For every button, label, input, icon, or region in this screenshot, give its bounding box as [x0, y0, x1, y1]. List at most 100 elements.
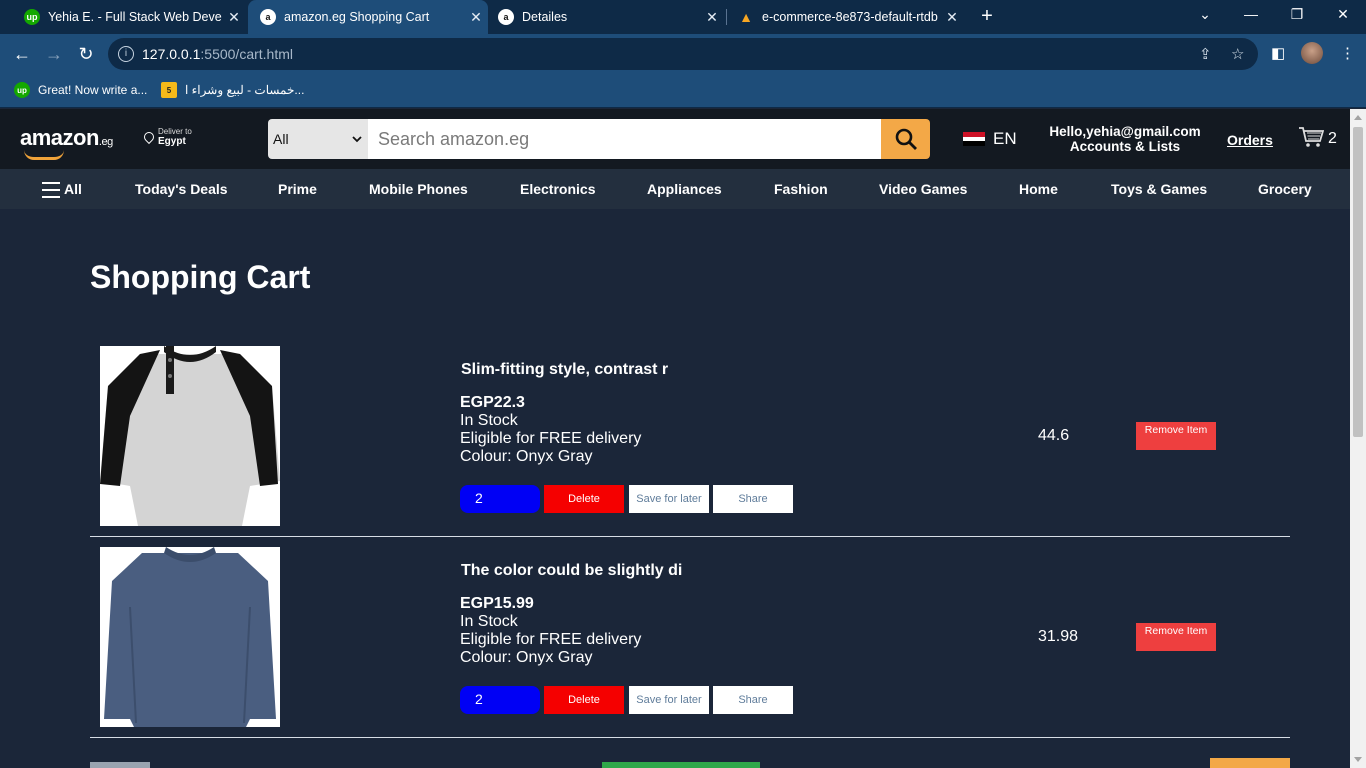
save-for-later-button[interactable]: Save for later	[629, 686, 709, 714]
url-field[interactable]: i 127.0.0.1:5500/cart.html ⇪ ☆	[108, 38, 1258, 70]
back-arrow-icon[interactable]: ←	[10, 42, 34, 66]
scroll-up-arrow-icon[interactable]	[1354, 115, 1362, 120]
colour-info: Colour: Onyx Gray	[460, 649, 593, 666]
egypt-flag-icon	[963, 132, 985, 147]
tab-firebase[interactable]: ▲ e-commerce-8e873-default-rtdb ✕	[728, 0, 964, 34]
side-panel-icon[interactable]: ◧	[1271, 44, 1285, 62]
restore-icon[interactable]: ❐	[1285, 6, 1309, 23]
url-text[interactable]: 127.0.0.1:5500/cart.html	[142, 46, 293, 62]
address-bar-row: ← → ↻ i 127.0.0.1:5500/cart.html ⇪ ☆ ◧ ⋮	[0, 34, 1366, 74]
total-value-partial	[602, 762, 760, 768]
nav-all[interactable]: All	[64, 181, 82, 197]
bookmark-label: Great! Now write a...	[38, 83, 148, 97]
item-subtotal: 31.98	[1038, 628, 1079, 645]
remove-item-button[interactable]: Remove Item	[1136, 422, 1216, 450]
page-scrollbar[interactable]	[1350, 109, 1366, 768]
subtotal-label-partial	[90, 762, 150, 768]
new-tab-button[interactable]: +	[976, 5, 998, 27]
profile-avatar[interactable]	[1301, 42, 1323, 64]
deliver-to[interactable]: Deliver to Egypt	[141, 127, 192, 147]
tab-upwork[interactable]: up Yehia E. - Full Stack Web Develop ✕	[4, 0, 246, 34]
tab-search-icon[interactable]: ⌄	[1193, 6, 1217, 23]
logo-smile-icon	[24, 150, 64, 160]
product-price: EGP15.99	[460, 595, 534, 612]
stock-status: In Stock	[460, 412, 518, 429]
bookmark-star-icon[interactable]: ☆	[1231, 45, 1244, 63]
product-name[interactable]: Slim-fitting style, contrast r	[461, 361, 668, 379]
menu-dots-icon[interactable]: ⋮	[1340, 44, 1355, 62]
site-info-icon[interactable]: i	[118, 46, 134, 62]
cart-item: Slim-fitting style, contrast r EGP22.3 I…	[90, 336, 1290, 537]
upwork-icon: up	[14, 82, 30, 98]
tab-title: e-commerce-8e873-default-rtdb	[762, 10, 938, 24]
nav-electronics[interactable]: Electronics	[520, 181, 595, 197]
category-value: All	[273, 131, 289, 147]
bookmarks-bar: up Great! Now write a... 5 خمسات - لبيع …	[0, 74, 1366, 108]
account-menu[interactable]: Hello,yehia@gmail.com Accounts & Lists	[1040, 124, 1210, 154]
checkout-button-partial[interactable]	[1210, 758, 1290, 768]
minimize-icon[interactable]: —	[1239, 6, 1263, 22]
share-button[interactable]: Share	[713, 485, 793, 513]
remove-item-button[interactable]: Remove Item	[1136, 623, 1216, 651]
nav-fashion[interactable]: Fashion	[774, 181, 828, 197]
close-icon[interactable]: ✕	[222, 9, 246, 26]
language-selector[interactable]: EN	[963, 129, 1017, 149]
product-image[interactable]	[100, 346, 280, 526]
nav-grocery[interactable]: Grocery	[1258, 181, 1312, 197]
cart-count: 2	[1328, 130, 1337, 147]
window-close-icon[interactable]: ✕	[1331, 6, 1355, 23]
share-icon[interactable]: ⇪	[1199, 45, 1212, 63]
language-code: EN	[993, 129, 1017, 148]
url-host: 127.0.0.1	[142, 46, 201, 62]
product-image[interactable]	[100, 547, 280, 727]
bookmark-khamsat[interactable]: 5 خمسات - لبيع وشراء ا...	[161, 82, 304, 98]
cart-icon	[1299, 127, 1324, 147]
site-header: amazon.eg Deliver to Egypt All EN Hello,…	[0, 109, 1350, 169]
close-icon[interactable]: ✕	[940, 9, 964, 26]
nav-home[interactable]: Home	[1019, 181, 1058, 197]
search-button[interactable]	[881, 119, 930, 159]
delete-button[interactable]: Delete	[544, 686, 624, 714]
delete-button[interactable]: Delete	[544, 485, 624, 513]
scroll-down-arrow-icon[interactable]	[1354, 757, 1362, 762]
nav-mobile-phones[interactable]: Mobile Phones	[369, 181, 468, 197]
tab-shopping-cart[interactable]: a amazon.eg Shopping Cart ✕	[248, 0, 488, 34]
tab-detailes[interactable]: a Detailes ✕	[488, 0, 724, 34]
product-name[interactable]: The color could be slightly di	[461, 562, 682, 580]
nav-todays-deals[interactable]: Today's Deals	[135, 181, 228, 197]
forward-arrow-icon[interactable]: →	[42, 42, 66, 66]
nav-video-games[interactable]: Video Games	[879, 181, 967, 197]
search-category-select[interactable]: All	[268, 119, 368, 159]
share-button[interactable]: Share	[713, 686, 793, 714]
location-pin-icon	[141, 129, 157, 145]
colour-info: Colour: Onyx Gray	[460, 448, 593, 465]
item-subtotal: 44.6	[1038, 427, 1070, 444]
quantity-field[interactable]: 2	[460, 686, 540, 714]
nav-prime[interactable]: Prime	[278, 181, 317, 197]
nav-toys-games[interactable]: Toys & Games	[1111, 181, 1207, 197]
orders-link[interactable]: Orders	[1227, 132, 1273, 148]
nav-appliances[interactable]: Appliances	[647, 181, 722, 197]
logo-suffix: .eg	[98, 136, 113, 148]
close-icon[interactable]: ✕	[700, 9, 724, 26]
shirt-image	[100, 346, 280, 526]
page-title: Shopping Cart	[90, 259, 311, 295]
close-icon[interactable]: ✕	[464, 9, 488, 26]
bookmark-upwork[interactable]: up Great! Now write a...	[14, 82, 147, 98]
search-input[interactable]	[368, 119, 881, 159]
cart-button[interactable]: 2	[1298, 126, 1337, 148]
scrollbar-thumb[interactable]	[1353, 127, 1363, 437]
tab-title: Detailes	[522, 10, 568, 24]
save-for-later-button[interactable]: Save for later	[629, 485, 709, 513]
tab-separator	[726, 9, 727, 25]
firebase-icon: ▲	[739, 9, 753, 25]
amazon-logo[interactable]: amazon.eg	[20, 125, 113, 160]
shirt-image	[100, 547, 280, 727]
hamburger-menu-icon[interactable]	[42, 182, 60, 198]
category-nav: All Today's Deals Prime Mobile Phones El…	[0, 169, 1350, 209]
cart-page: Shopping Cart Slim-fitting style, contra…	[0, 209, 1350, 768]
cart-item: The color could be slightly di EGP15.99 …	[90, 537, 1290, 738]
search-icon	[895, 128, 917, 150]
quantity-field[interactable]: 2	[460, 485, 540, 513]
reload-icon[interactable]: ↻	[74, 42, 98, 66]
